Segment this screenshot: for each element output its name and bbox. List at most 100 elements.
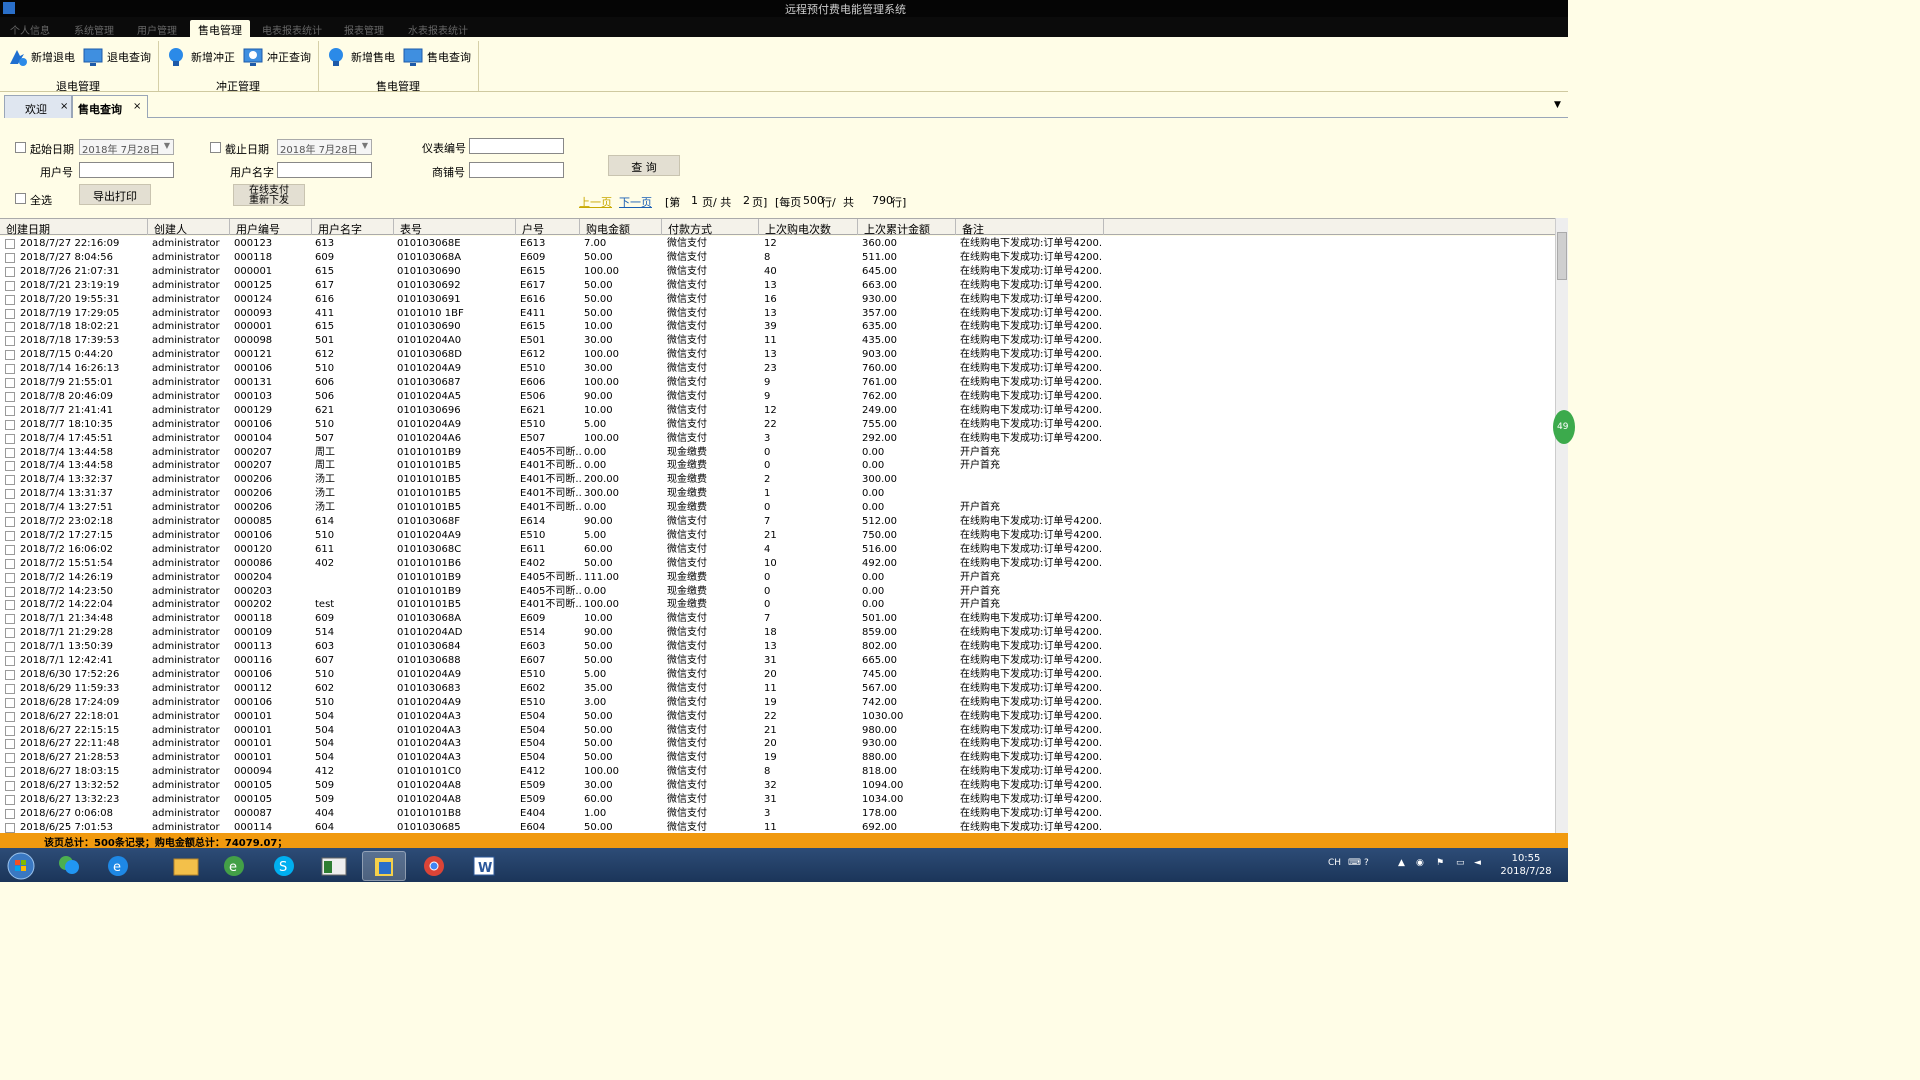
row-checkbox[interactable]	[5, 503, 15, 514]
help-icon[interactable]: ?	[1364, 858, 1369, 868]
row-checkbox[interactable]	[5, 378, 15, 388]
table-row[interactable]: 2018/6/27 22:15:15 administrator 000101 504…	[0, 724, 1555, 738]
table-row[interactable]: 2018/7/18 17:39:53 administrator 000098 501…	[0, 334, 1555, 348]
table-row[interactable]: 2018/6/27 21:28:53 administrator 000101 504…	[0, 751, 1555, 765]
messenger-icon[interactable]	[48, 851, 92, 881]
table-row[interactable]: 2018/7/27 22:16:09 administrator 000123 613…	[0, 237, 1555, 251]
table-row[interactable]: 2018/7/1 21:34:48 administrator 000118 609 0…	[0, 612, 1555, 626]
table-row[interactable]: 2018/6/29 11:59:33 administrator 000112 602…	[0, 682, 1555, 696]
table-row[interactable]: 2018/6/27 0:06:08 administrator 000087 404 0…	[0, 807, 1555, 821]
next-page-link[interactable]: 下一页	[619, 194, 652, 210]
row-checkbox[interactable]	[5, 683, 15, 694]
table-row[interactable]: 2018/7/2 14:26:19 administrator 000204 0101…	[0, 571, 1555, 585]
table-row[interactable]: 2018/7/15 0:44:20 administrator 000121 612 0…	[0, 348, 1555, 362]
app-window-icon[interactable]	[312, 851, 356, 881]
start-date-picker[interactable]: 2018年 7月28日 ▼	[79, 139, 174, 156]
tray-expand-icon[interactable]: ▲	[1398, 858, 1405, 868]
row-checkbox[interactable]	[5, 336, 15, 347]
user-no-input[interactable]	[79, 162, 174, 178]
row-checkbox[interactable]	[5, 822, 15, 833]
close-icon[interactable]: ×	[60, 101, 68, 112]
vertical-scrollbar[interactable]	[1555, 218, 1568, 833]
row-checkbox[interactable]	[5, 489, 15, 500]
table-row[interactable]: 2018/7/7 21:41:41 administrator 000129 621 0…	[0, 404, 1555, 418]
row-checkbox[interactable]	[5, 739, 15, 750]
table-row[interactable]: 2018/7/2 14:22:04 administrator 000202 test…	[0, 598, 1555, 612]
table-row[interactable]: 2018/7/8 20:46:09 administrator 000103 506 0…	[0, 390, 1555, 404]
tab-welcome[interactable]: 欢迎 ×	[4, 95, 72, 118]
row-checkbox[interactable]	[5, 628, 15, 639]
row-checkbox[interactable]	[5, 433, 15, 444]
row-checkbox[interactable]	[5, 725, 15, 736]
menu-tab-personal[interactable]: 个人信息	[10, 20, 50, 37]
end-date-checkbox[interactable]	[210, 140, 221, 153]
table-row[interactable]: 2018/7/9 21:55:01 administrator 000131 606 0…	[0, 376, 1555, 390]
row-checkbox[interactable]	[5, 544, 15, 555]
meter-no-input[interactable]	[469, 138, 564, 154]
tabs-menu-icon[interactable]: ▼	[1554, 100, 1561, 110]
row-checkbox[interactable]	[5, 530, 15, 541]
row-checkbox[interactable]	[5, 669, 15, 680]
col-payment-method[interactable]: 付款方式	[662, 219, 759, 236]
row-checkbox[interactable]	[5, 767, 15, 778]
table-row[interactable]: 2018/6/25 7:01:53 administrator 000114 604 0…	[0, 821, 1555, 833]
row-checkbox[interactable]	[5, 600, 15, 611]
row-checkbox[interactable]	[5, 781, 15, 792]
user-name-input[interactable]	[277, 162, 372, 178]
table-row[interactable]: 2018/6/27 13:32:52 administrator 000105 509…	[0, 779, 1555, 793]
volume-icon[interactable]: ◄	[1474, 858, 1481, 868]
table-row[interactable]: 2018/7/4 13:44:58 administrator 000207 周工 01…	[0, 446, 1555, 460]
green-browser-icon[interactable]: e	[212, 851, 256, 881]
file-explorer-icon[interactable]	[164, 851, 208, 881]
row-checkbox[interactable]	[5, 808, 15, 819]
table-row[interactable]: 2018/7/1 21:29:28 administrator 000109 514 0…	[0, 626, 1555, 640]
row-checkbox[interactable]	[5, 558, 15, 569]
table-row[interactable]: 2018/7/7 18:10:35 administrator 000106 510 0…	[0, 418, 1555, 432]
row-checkbox[interactable]	[5, 475, 15, 486]
col-created-date[interactable]: 创建日期	[0, 219, 148, 236]
select-all-checkbox[interactable]	[15, 191, 26, 204]
table-row[interactable]: 2018/7/21 23:19:19 administrator 000125 617…	[0, 279, 1555, 293]
row-checkbox[interactable]	[5, 322, 15, 333]
col-last-count[interactable]: 上次购电次数	[759, 219, 858, 236]
row-checkbox[interactable]	[5, 405, 15, 416]
table-row[interactable]: 2018/6/27 13:32:23 administrator 000105 509…	[0, 793, 1555, 807]
table-row[interactable]: 2018/7/4 13:27:51 administrator 000206 汤工 01…	[0, 501, 1555, 515]
table-row[interactable]: 2018/7/2 15:51:54 administrator 000086 402 0…	[0, 557, 1555, 571]
prepaid-system-icon[interactable]	[362, 851, 406, 881]
row-checkbox[interactable]	[5, 711, 15, 722]
skype-icon[interactable]: S	[262, 851, 306, 881]
table-row[interactable]: 2018/7/2 17:27:15 administrator 000106 510 0…	[0, 529, 1555, 543]
col-user-no[interactable]: 用户编号	[230, 219, 312, 236]
table-row[interactable]: 2018/6/27 18:03:15 administrator 000094 412…	[0, 765, 1555, 779]
clock[interactable]: 10:55 2018/7/28	[1496, 852, 1556, 878]
new-sale-button[interactable]: 新增售电	[326, 45, 395, 69]
row-checkbox[interactable]	[5, 517, 15, 527]
side-badge[interactable]: 49	[1553, 410, 1575, 444]
table-row[interactable]: 2018/7/2 14:23:50 administrator 000203 0101…	[0, 585, 1555, 599]
table-row[interactable]: 2018/7/4 13:32:37 administrator 000206 汤工 01…	[0, 473, 1555, 487]
table-row[interactable]: 2018/7/4 13:31:37 administrator 000206 汤工 01…	[0, 487, 1555, 501]
row-checkbox[interactable]	[5, 572, 15, 583]
table-row[interactable]: 2018/7/4 17:45:51 administrator 000104 507 0…	[0, 432, 1555, 446]
scrollbar-thumb[interactable]	[1557, 232, 1567, 280]
col-amount[interactable]: 购电金额	[580, 219, 662, 236]
query-button[interactable]: 查 询	[608, 155, 680, 176]
row-checkbox[interactable]	[5, 795, 15, 805]
menu-tab-sales[interactable]: 售电管理	[190, 20, 250, 37]
row-checkbox[interactable]	[5, 239, 15, 249]
col-remarks[interactable]: 备注	[956, 219, 1104, 236]
new-correction-button[interactable]: 新增冲正	[166, 45, 235, 69]
row-checkbox[interactable]	[5, 586, 15, 597]
row-checkbox[interactable]	[5, 656, 15, 666]
table-row[interactable]: 2018/6/28 17:24:09 administrator 000106 510…	[0, 696, 1555, 710]
table-row[interactable]: 2018/7/27 8:04:56 administrator 000118 609 0…	[0, 251, 1555, 265]
row-checkbox[interactable]	[5, 364, 15, 375]
table-row[interactable]: 2018/7/4 13:44:58 administrator 000207 周工 01…	[0, 459, 1555, 473]
table-row[interactable]: 2018/7/20 19:55:31 administrator 000124 616…	[0, 293, 1555, 307]
menu-tab-meter-stats[interactable]: 电表报表统计	[262, 20, 322, 37]
row-checkbox[interactable]	[5, 280, 15, 291]
row-checkbox[interactable]	[5, 753, 15, 764]
table-row[interactable]: 2018/7/19 17:29:05 administrator 000093 411…	[0, 307, 1555, 321]
start-button[interactable]	[4, 851, 38, 881]
